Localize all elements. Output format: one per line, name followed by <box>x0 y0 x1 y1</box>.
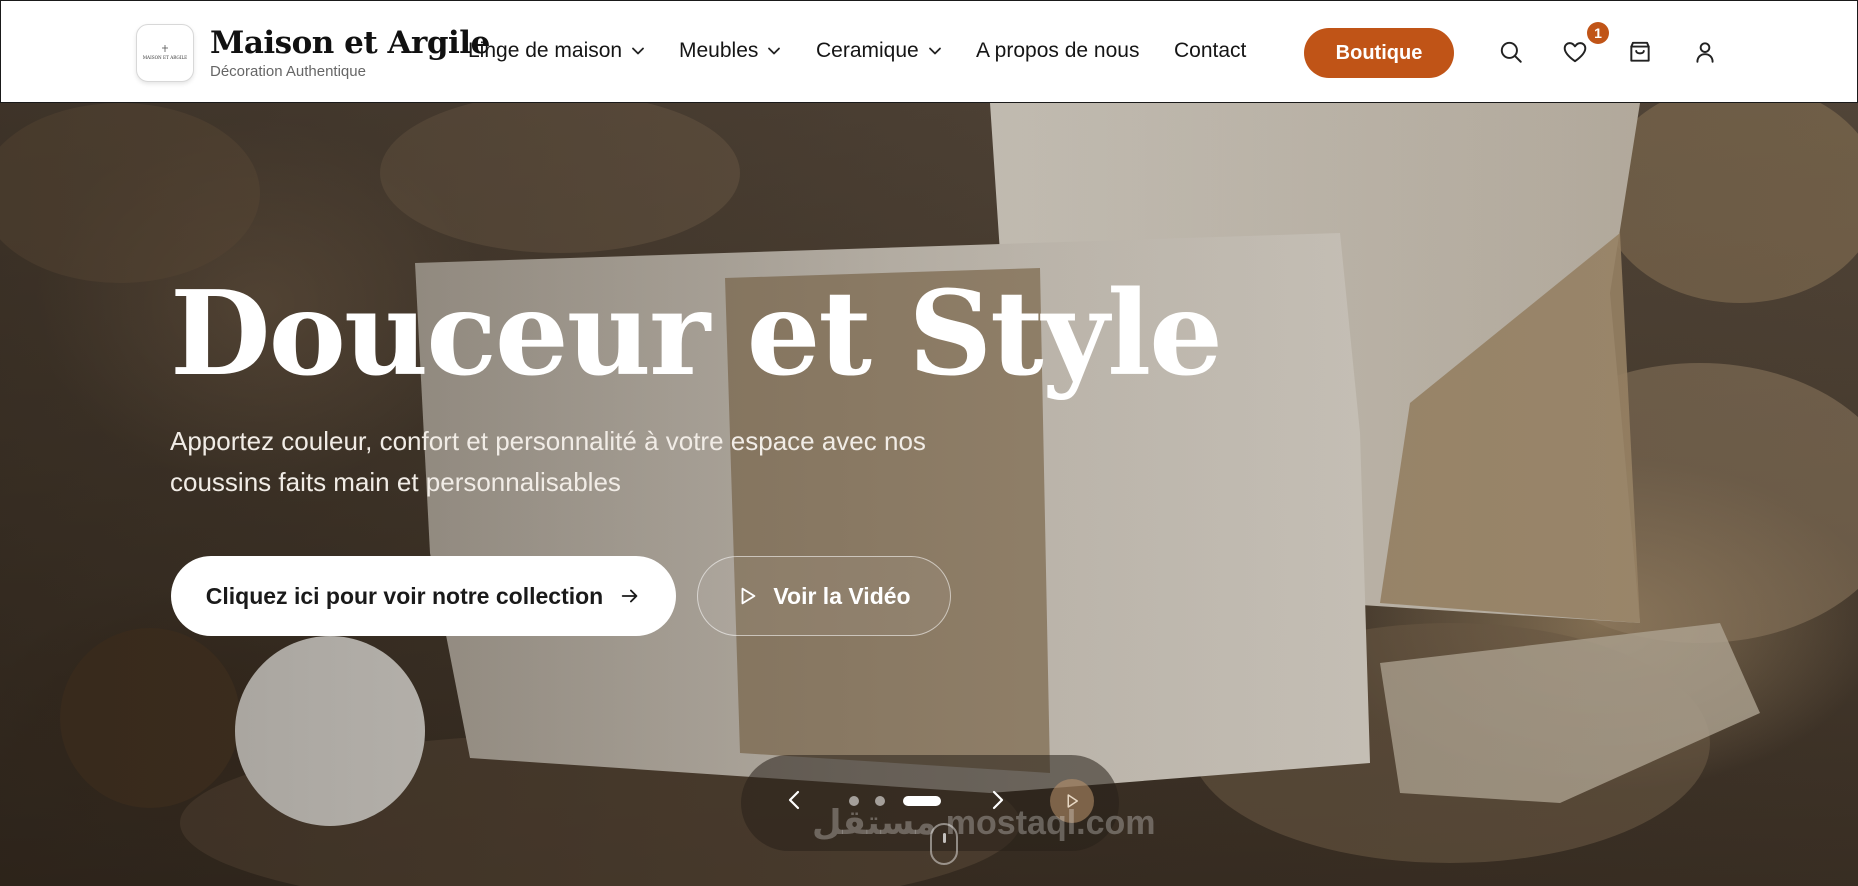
brand-tagline: Décoration Authentique <box>210 63 366 80</box>
play-icon <box>741 587 756 605</box>
nav-item-linge-de-maison[interactable]: Linge de maison <box>468 39 645 63</box>
watch-video-button[interactable]: Voir la Vidéo <box>697 556 951 636</box>
hero-section: Douceur et Style Apportez couleur, confo… <box>0 103 1858 886</box>
chevron-down-icon <box>928 47 941 55</box>
search-icon[interactable] <box>1498 39 1524 65</box>
nav-item-meubles[interactable]: Meubles <box>679 39 781 63</box>
nav-item-label: Linge de maison <box>468 39 623 62</box>
arrow-right-icon <box>621 589 638 603</box>
chevron-down-icon <box>768 47 781 55</box>
user-icon[interactable] <box>1692 39 1718 65</box>
site-header: MAISON ET ARGILE Maison et Argile Décora… <box>0 0 1858 103</box>
nav-item-a-propos[interactable]: A propos de nous <box>976 39 1139 63</box>
nav-item-label: Contact <box>1174 39 1247 62</box>
logo[interactable]: MAISON ET ARGILE <box>136 24 194 82</box>
view-collection-button[interactable]: Cliquez ici pour voir notre collection <box>171 556 676 636</box>
nav-item-ceramique[interactable]: Ceramique <box>816 39 942 63</box>
boutique-button[interactable]: Boutique <box>1304 28 1454 78</box>
chevron-left-icon[interactable] <box>783 788 807 812</box>
wishlist-count-badge: 1 <box>1587 22 1609 44</box>
hero-title: Douceur et Style <box>170 266 1223 402</box>
watch-video-label: Voir la Vidéo <box>773 582 911 609</box>
shopping-bag-icon[interactable] <box>1627 39 1653 65</box>
nav-item-label: A propos de nous <box>976 39 1140 62</box>
logo-text: MAISON ET ARGILE <box>143 55 187 60</box>
chevron-down-icon <box>632 47 645 55</box>
logo-emblem: MAISON ET ARGILE <box>143 45 187 60</box>
nav-item-label: Meubles <box>679 39 759 62</box>
view-collection-label: Cliquez ici pour voir notre collection <box>205 582 604 609</box>
nav-item-label: Ceramique <box>816 39 919 62</box>
brand-name[interactable]: Maison et Argile <box>210 25 490 61</box>
watermark: مستقل mostaql.com <box>812 804 1156 842</box>
heart-icon[interactable] <box>1562 39 1588 65</box>
nav-item-contact[interactable]: Contact <box>1174 39 1246 63</box>
hero-subtitle: Apportez couleur, confort et personnalit… <box>170 426 926 497</box>
